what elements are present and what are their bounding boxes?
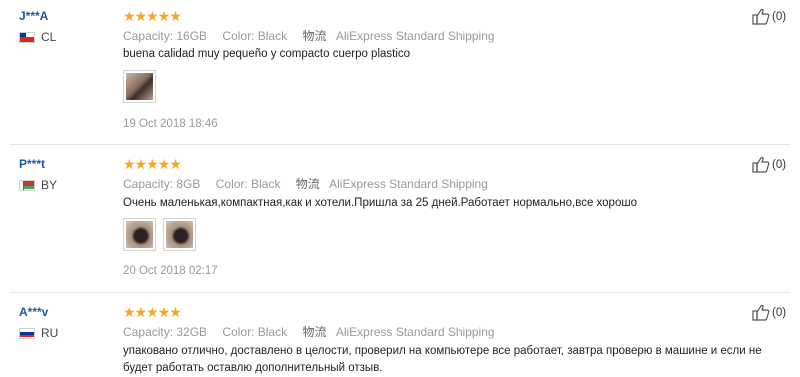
review-photo-thumbnail[interactable] [123,70,156,103]
review-photo-thumbnail[interactable] [123,218,156,251]
capacity-value: 32GB [176,325,208,339]
reviewer-country: RU [19,326,58,340]
color-value: Black [257,29,288,43]
flag-cl-icon [19,31,35,43]
star-rating: ★★★★★ [123,304,182,320]
reviewer-country: BY [19,178,57,192]
shipping-value: AliExpress Standard Shipping [329,177,488,191]
shipping-value: AliExpress Standard Shipping [335,29,495,43]
color-value: Black [257,325,288,339]
thumbs-up-icon [752,304,770,321]
color-label: Color: [222,29,255,43]
like-count: (0) [772,10,787,23]
reviewer-name[interactable]: A***v [19,305,48,319]
country-code: RU [41,326,59,340]
color-label: Color: [222,325,255,339]
review-photo-thumbnail[interactable] [163,218,196,251]
shipping-label: 物流 [302,325,327,339]
capacity-label: Capacity: [123,177,174,191]
shipping-value: AliExpress Standard Shipping [335,325,495,339]
review-photos [123,218,196,251]
divider [10,144,790,145]
flag-by-icon [19,179,35,191]
like-button[interactable]: (0) [752,304,786,321]
like-count: (0) [772,306,787,319]
country-code: CL [41,30,57,44]
review-text: buena calidad muy pequeño y compacto cue… [123,48,411,60]
product-options: Capacity: 16GB Color: Black 物流 AliExpres… [123,27,495,44]
product-options: Capacity: 32GB Color: Black 物流 AliExpres… [123,323,495,340]
product-options: Capacity: 8GB Color: Black 物流 AliExpress… [123,175,488,192]
review-date: 20 Oct 2018 02:17 [123,265,218,277]
review-photos [123,70,156,103]
star-rating: ★★★★★ [123,8,182,24]
review-text: Очень маленькая,компактная,как и хотели.… [123,197,637,209]
reviewer-country: CL [19,30,56,44]
capacity-label: Capacity: [123,29,174,43]
like-button[interactable]: (0) [752,8,786,25]
review-text: упаковано отлично, доставлено в целости,… [123,345,762,374]
like-count: (0) [772,158,787,171]
color-label: Color: [215,177,248,191]
star-rating: ★★★★★ [123,156,182,172]
reviewer-name[interactable]: P***t [19,157,45,171]
shipping-label: 物流 [302,29,327,43]
color-value: Black [251,177,281,191]
capacity-label: Capacity: [123,325,174,339]
reviewer-name[interactable]: J***A [19,9,48,23]
capacity-value: 8GB [176,177,201,191]
divider [10,292,790,293]
shipping-label: 物流 [295,177,320,191]
thumbs-up-icon [752,156,770,173]
review-date: 19 Oct 2018 18:46 [123,118,218,130]
flag-ru-icon [19,327,35,339]
capacity-value: 16GB [176,29,208,43]
like-button[interactable]: (0) [752,156,786,173]
country-code: BY [41,178,58,192]
thumbs-up-icon [752,8,770,25]
